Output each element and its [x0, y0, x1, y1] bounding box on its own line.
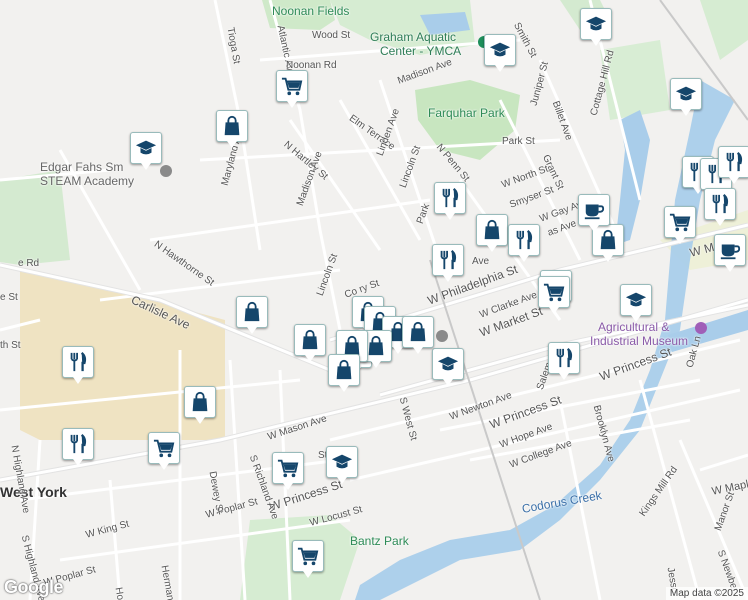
school-marker[interactable]: [670, 78, 702, 116]
school-poi-icon: [160, 165, 172, 177]
food-icon: [442, 187, 459, 208]
cafe-marker[interactable]: [578, 194, 610, 232]
cafe-icon: [584, 204, 605, 220]
cart-marker[interactable]: [292, 540, 324, 578]
shop-marker[interactable]: [236, 296, 268, 334]
shop-icon: [192, 391, 208, 412]
street-label: e St: [0, 292, 18, 303]
street-label: th St: [0, 340, 21, 351]
cart-marker[interactable]: [538, 276, 570, 314]
food-marker[interactable]: [62, 428, 94, 466]
cart-marker[interactable]: [276, 70, 308, 108]
food-icon: [440, 249, 457, 270]
cart-icon: [669, 213, 691, 232]
shop-marker[interactable]: [184, 386, 216, 424]
shop-marker[interactable]: [216, 110, 248, 148]
food-icon: [556, 347, 573, 368]
noonan-fields-label: Noonan Fields: [272, 4, 350, 18]
street-label: Park St: [502, 136, 535, 147]
shop-marker[interactable]: [294, 324, 326, 362]
school-marker[interactable]: [580, 8, 612, 46]
food-icon: [516, 229, 533, 250]
street-label: Ave: [472, 256, 490, 267]
shop-icon: [244, 301, 260, 322]
shop-marker[interactable]: [328, 354, 360, 392]
shop-icon: [368, 335, 384, 356]
shop-icon: [224, 115, 240, 136]
food-marker[interactable]: [704, 188, 736, 226]
school-marker[interactable]: [432, 348, 464, 386]
school-icon: [437, 356, 459, 371]
cart-marker[interactable]: [272, 452, 304, 490]
food-icon: [712, 193, 729, 214]
street-label: e Rd: [18, 258, 40, 269]
shop-icon: [336, 359, 352, 380]
store-poi-icon: [436, 330, 448, 342]
food-marker[interactable]: [434, 182, 466, 220]
cart-marker[interactable]: [148, 432, 180, 470]
food-icon: [726, 151, 743, 172]
farquhar-park-label: Farquhar Park: [428, 106, 505, 120]
school-marker[interactable]: [130, 132, 162, 170]
school-icon: [489, 42, 511, 57]
steam-academy-label: STEAM Academy: [40, 174, 135, 188]
school-marker[interactable]: [620, 284, 652, 322]
school-marker[interactable]: [326, 446, 358, 484]
shop-marker[interactable]: [402, 316, 434, 354]
museum-poi-icon: [695, 322, 707, 334]
graham-aquatic-label: Graham Aquatic: [370, 30, 457, 44]
cart-icon: [281, 77, 303, 96]
cart-icon: [297, 547, 319, 566]
food-marker[interactable]: [548, 342, 580, 380]
shop-marker[interactable]: [476, 214, 508, 252]
cart-marker[interactable]: [664, 206, 696, 244]
school-marker[interactable]: [484, 34, 516, 72]
google-logo: Google: [4, 577, 64, 597]
shop-icon: [302, 329, 318, 350]
industrial-museum-label: Industrial Museum: [590, 334, 689, 348]
cart-icon: [543, 283, 565, 302]
cart-icon: [277, 459, 299, 478]
school-icon: [135, 140, 157, 155]
food-marker[interactable]: [432, 244, 464, 282]
street-label: Wood St: [312, 30, 351, 41]
school-icon: [675, 86, 697, 101]
food-icon: [70, 433, 87, 454]
edgar-fahs-label: Edgar Fahs Sm: [40, 160, 124, 174]
food-marker[interactable]: [62, 346, 94, 384]
shop-icon: [600, 229, 616, 250]
shop-icon: [484, 219, 500, 240]
food-icon: [70, 351, 87, 372]
cart-icon: [153, 439, 175, 458]
bantz-park-label: Bantz Park: [350, 534, 409, 548]
school-icon: [331, 454, 353, 469]
map-canvas[interactable]: Noonan Fields Graham Aquatic Center - YM…: [0, 0, 748, 600]
shop-icon: [410, 321, 426, 342]
cafe-marker[interactable]: [714, 234, 746, 272]
food-marker[interactable]: [718, 146, 748, 184]
west-york-label: West York: [0, 484, 67, 500]
agricultural-label: Agricultural &: [598, 320, 670, 334]
food-marker[interactable]: [508, 224, 540, 262]
school-icon: [585, 16, 607, 31]
map-attribution[interactable]: Map data ©2025: [665, 587, 748, 600]
cafe-icon: [720, 244, 741, 260]
school-icon: [625, 292, 647, 307]
